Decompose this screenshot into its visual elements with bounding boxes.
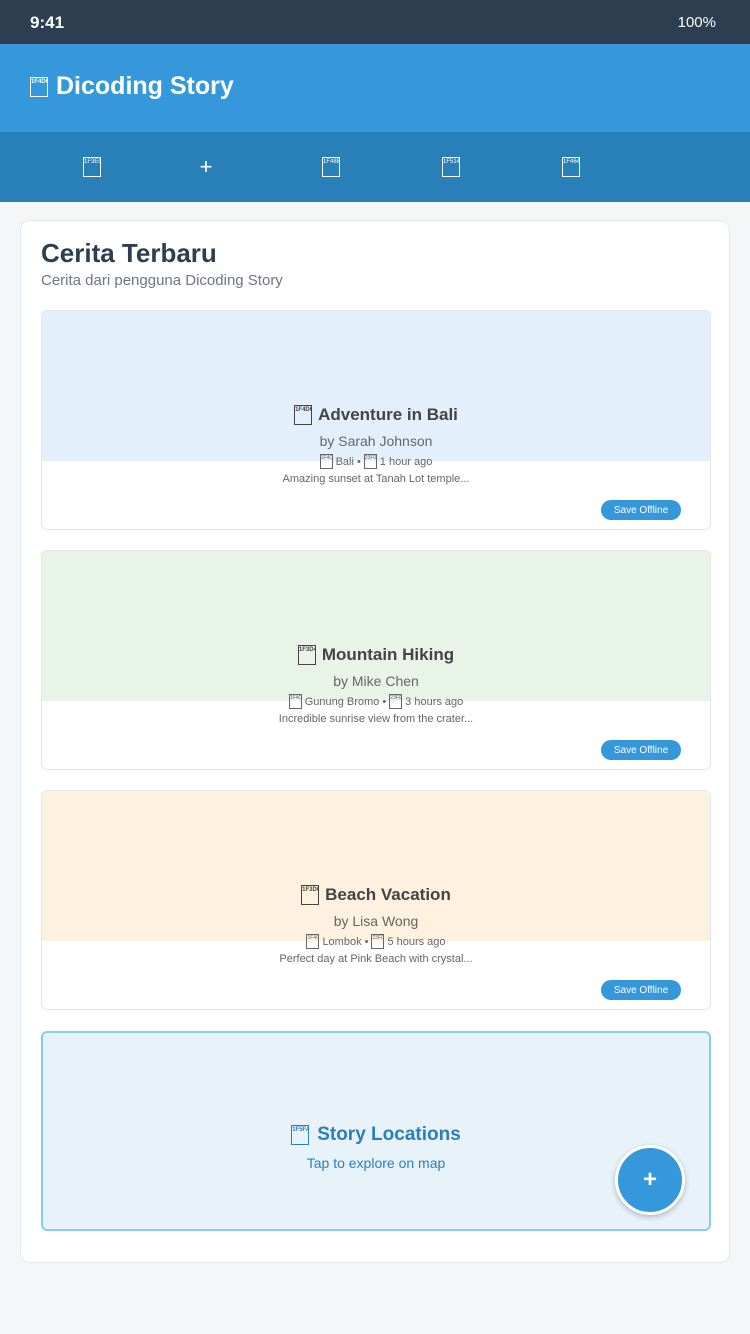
meta-separator: • (356, 455, 361, 468)
story-content: 1F3D6 Beach Vacation by Lisa Wong 1F4CD … (42, 885, 710, 965)
nav-add[interactable]: + (186, 151, 226, 183)
status-bar: 9:41 100% (0, 0, 750, 44)
story-title-text: Beach Vacation (325, 885, 451, 904)
story-locations-card[interactable]: 1F5FA Story Locations Tap to explore on … (41, 1031, 711, 1231)
meta-separator: • (382, 695, 387, 708)
save-offline-button[interactable]: Save Offline (601, 740, 681, 760)
clock-icon: 23F0 (371, 934, 385, 949)
bell-icon: 1F514 (442, 157, 460, 177)
app-title: 1F4D6 Dicoding Story (30, 72, 234, 101)
story-author: by Lisa Wong (333, 913, 419, 929)
story-title: 1F4D6 Adventure in Bali (42, 405, 710, 425)
story-card[interactable]: 1F4D6 Adventure in Bali by Sarah Johnson… (41, 310, 711, 530)
nav-bar: 1F3E0 + 1F48E 1F514 1F464 (0, 132, 750, 202)
page-subtitle: Cerita dari pengguna Dicoding Story (41, 272, 283, 289)
clock-icon: 23F0 (363, 454, 377, 469)
nav-home[interactable]: 1F3E0 (72, 151, 112, 183)
story-title: 1F3D4 Mountain Hiking (42, 645, 710, 665)
story-author: by Mike Chen (333, 673, 419, 689)
add-story-fab[interactable]: + (615, 1145, 685, 1215)
story-meta: 1F4CD Lombok • 23F0 5 hours ago (42, 934, 710, 949)
story-time: 3 hours ago (405, 695, 464, 708)
pin-icon: 1F4CD (288, 694, 302, 709)
map-icon: 1F5FA (291, 1125, 310, 1145)
story-content: 1F4D6 Adventure in Bali by Sarah Johnson… (42, 405, 710, 485)
app-header: 1F4D6 Dicoding Story (0, 44, 750, 132)
story-content: 1F3D4 Mountain Hiking by Mike Chen 1F4CD… (42, 645, 710, 725)
story-card[interactable]: 1F3D6 Beach Vacation by Lisa Wong 1F4CD … (41, 790, 711, 1010)
locations-title: 1F5FA Story Locations (43, 1124, 709, 1146)
clock-icon: 23F0 (389, 694, 403, 709)
user-icon: 1F464 (562, 157, 580, 177)
story-title-text: Adventure in Bali (318, 405, 458, 424)
nav-bookmark[interactable]: 1F48E (311, 151, 351, 183)
pin-icon: 1F4CD (306, 934, 320, 949)
story-excerpt: Amazing sunset at Tanah Lot temple... (282, 473, 470, 485)
locations-title-text: Story Locations (317, 1124, 461, 1145)
story-meta: 1F4CD Bali • 23F0 1 hour ago (42, 454, 710, 469)
app-title-text: Dicoding Story (56, 72, 234, 100)
story-card[interactable]: 1F3D4 Mountain Hiking by Mike Chen 1F4CD… (41, 550, 711, 770)
mountain-icon: 1F3D4 (297, 645, 316, 665)
nav-notifications[interactable]: 1F514 (431, 151, 471, 183)
beach-icon: 1F3D6 (301, 885, 320, 905)
pin-icon: 1F4CD (319, 454, 333, 469)
nav-profile[interactable]: 1F464 (551, 151, 591, 183)
story-location: Gunung Bromo (304, 695, 380, 708)
story-excerpt: Incredible sunrise view from the crater.… (278, 713, 474, 725)
story-location: Bali (335, 455, 354, 468)
home-icon: 1F3E0 (83, 157, 101, 177)
story-time: 5 hours ago (387, 935, 446, 948)
story-meta: 1F4CD Gunung Bromo • 23F0 3 hours ago (42, 694, 710, 709)
story-title-text: Mountain Hiking (321, 645, 455, 664)
book-icon: 1F4D6 (30, 76, 48, 97)
save-offline-button[interactable]: Save Offline (601, 980, 681, 1000)
story-excerpt: Perfect day at Pink Beach with crystal..… (279, 953, 473, 965)
page-title: Cerita Terbaru (41, 238, 217, 268)
bookmark-icon: 1F48E (322, 157, 340, 177)
status-battery: 100% (677, 14, 716, 31)
plus-icon: + (199, 154, 213, 179)
save-offline-button[interactable]: Save Offline (601, 500, 681, 520)
story-title: 1F3D6 Beach Vacation (42, 885, 710, 905)
meta-separator: • (364, 935, 369, 948)
status-time: 9:41 (30, 13, 65, 32)
story-time: 1 hour ago (379, 455, 433, 468)
story-location: Lombok (322, 935, 362, 948)
book-icon: 1F4D6 (294, 405, 313, 425)
stories-panel: Cerita Terbaru Cerita dari pengguna Dico… (20, 220, 730, 1263)
story-author: by Sarah Johnson (319, 433, 433, 449)
locations-subtitle: Tap to explore on map (306, 1155, 446, 1171)
